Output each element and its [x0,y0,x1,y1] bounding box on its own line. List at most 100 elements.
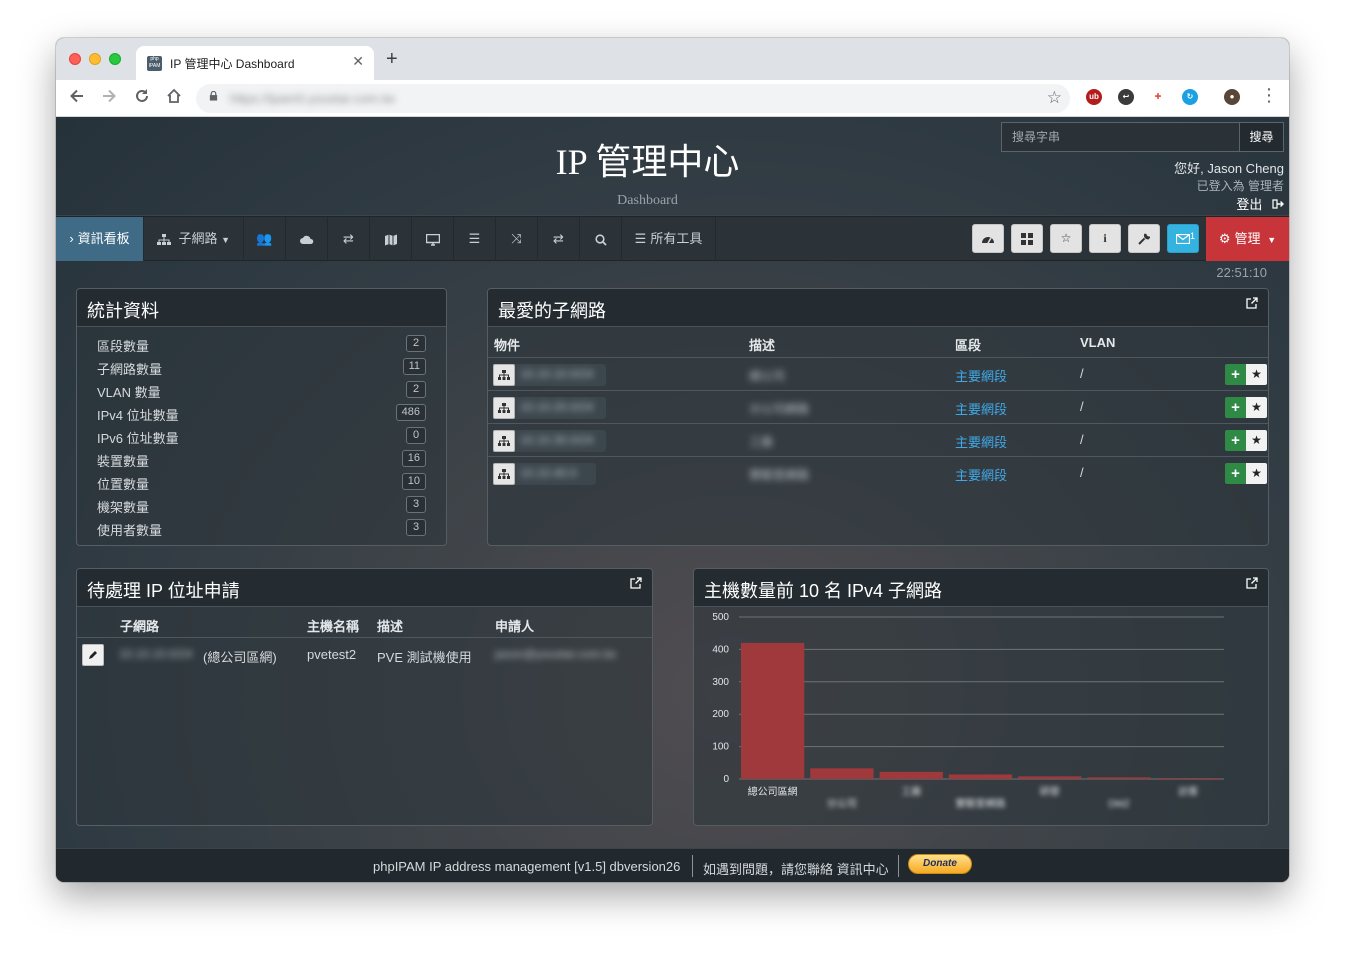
close-window-button[interactable] [69,53,81,65]
nav-map[interactable] [370,217,412,261]
sitemap-icon [498,436,510,446]
list-item: IPv4 位址數量 486 [97,402,426,425]
nav-all-tools[interactable]: ☰ 所有工具 [622,217,716,261]
subnet-button[interactable] [493,430,515,452]
request-subnet-label: (總公司區網) [203,650,277,665]
external-link-icon[interactable] [630,577,642,589]
favorite-subnets-title: 最愛的子網路 [498,301,606,321]
logout-link[interactable]: 登出 [1236,194,1284,213]
chart-bar[interactable] [1018,776,1082,779]
nav-racks[interactable]: ☰ [454,217,496,261]
back-icon[interactable] [68,87,86,110]
external-link-icon[interactable] [1246,577,1258,589]
add-address-button[interactable]: + [1225,430,1246,451]
arrow-extension-icon[interactable]: ↩ [1118,89,1134,105]
favourite-star-button[interactable]: ★ [1246,364,1267,385]
nav-dashboard[interactable]: › 資訊看板 [56,217,144,261]
ublock-extension-icon[interactable]: ub [1086,89,1102,105]
favourites-button[interactable]: ☆ [1050,224,1082,253]
menu-kebab-icon[interactable]: ⋮ [1260,85,1278,106]
chart-bar[interactable] [1156,778,1220,779]
favourite-star-button[interactable]: ★ [1246,463,1267,484]
subnet-section-link[interactable]: 主要網段 [955,465,1007,484]
subnet-address[interactable]: 10.10.10.0/24 [520,367,593,381]
caret-down-icon: ▼ [221,235,231,245]
sitemap-icon [498,370,510,380]
edit-request-button[interactable] [82,644,104,666]
messages-button[interactable]: 1 [1167,224,1199,253]
chart-bar[interactable] [879,771,943,779]
browser-tab[interactable]: php IPAM IP 管理中心 Dashboard ✕ [136,46,374,80]
nav-nat[interactable]: ⇄ [538,217,580,261]
col-header-object: 物件 [494,338,521,353]
stat-count-badge: 2 [406,381,426,398]
search-input[interactable] [1001,122,1239,152]
address-bar[interactable]: https://ipam0.youstar.com.tw ☆ [196,84,1070,113]
maximize-window-button[interactable] [109,53,121,65]
stat-label: 裝置數量 [97,454,150,469]
admin-menu-button[interactable]: ⚙ 管理 ▼ [1206,217,1289,261]
subnet-button[interactable] [493,463,515,485]
external-link-icon[interactable] [1246,297,1258,309]
col-header-description: 描述 [377,619,404,634]
add-address-button[interactable]: + [1225,463,1246,484]
subnet-description: 工廠 [749,435,774,449]
ip-requests-title: 待處理 IP 位址申請 [87,581,240,601]
tab-close-icon[interactable]: ✕ [352,53,364,70]
sync-extension-icon[interactable]: ↻ [1182,89,1198,105]
tab-title: IP 管理中心 Dashboard [170,57,295,71]
minimize-window-button[interactable] [89,53,101,65]
nav-shuffle[interactable]: ⤨ [496,217,538,261]
grid-extension-icon[interactable]: ✚ [1150,89,1166,105]
chart-bar[interactable] [810,768,874,779]
logout-label: 登出 [1236,197,1263,212]
y-tick-label: 400 [712,644,729,655]
new-tab-button[interactable]: + [386,48,398,71]
chevron-right-icon: › [69,231,74,246]
nav-groups[interactable]: 👥 [244,217,286,261]
subnet-button[interactable] [493,364,515,386]
chart-bar[interactable] [741,642,805,779]
list-item: 機架數量 3 [97,494,426,517]
chart-bar[interactable] [948,774,1013,779]
avatar[interactable]: ● [1224,89,1240,105]
home-icon[interactable] [165,87,183,110]
table-row: 10.10.30.0/24 工廠 主要網段 / + ★ [488,423,1268,456]
stat-label: 區段數量 [97,339,150,354]
footer-contact[interactable]: 如遇到問題，請您聯絡 資訊中心 [703,859,889,878]
stat-label: IPv4 位址數量 [97,408,179,423]
y-tick-label: 200 [712,709,729,720]
chart-bar[interactable] [1087,777,1151,779]
forward-icon[interactable] [100,87,118,110]
sitemap-icon [498,469,510,479]
subnet-section-link[interactable]: 主要網段 [955,399,1007,418]
add-address-button[interactable]: + [1225,364,1246,385]
subnet-button[interactable] [493,397,515,419]
nav-exchange[interactable]: ⇄ [328,217,370,261]
subnet-vlan: / [1080,465,1084,480]
tools-button[interactable] [1128,224,1160,253]
info-button[interactable]: i [1089,224,1121,253]
favourite-star-button[interactable]: ★ [1246,430,1267,451]
donate-button[interactable]: Donate [908,854,972,874]
nav-subnets-label: 子網路 [178,231,218,246]
subnet-address[interactable]: 10.10.20.0/24 [520,400,593,414]
nav-subnets[interactable]: 子網路 ▼ [144,217,244,261]
subnet-address[interactable]: 10.10.30.0/24 [520,433,593,447]
nav-search[interactable] [580,217,622,261]
star-icon: ★ [1251,433,1262,447]
subnet-vlan: / [1080,432,1084,447]
subnet-section-link[interactable]: 主要網段 [955,366,1007,385]
nav-cloud[interactable] [286,217,328,261]
y-tick-label: 300 [712,677,729,688]
search-button[interactable]: 搜尋 [1239,122,1284,152]
favourite-star-button[interactable]: ★ [1246,397,1267,418]
nav-devices[interactable] [412,217,454,261]
widgets-button[interactable] [1011,224,1043,253]
subnet-address[interactable]: 10.10.40.0 [520,466,577,480]
reload-icon[interactable] [133,87,151,110]
add-address-button[interactable]: + [1225,397,1246,418]
subnet-section-link[interactable]: 主要網段 [955,432,1007,451]
dashboard-gauge-button[interactable] [972,224,1004,253]
bookmark-star-icon[interactable]: ☆ [1047,88,1062,108]
